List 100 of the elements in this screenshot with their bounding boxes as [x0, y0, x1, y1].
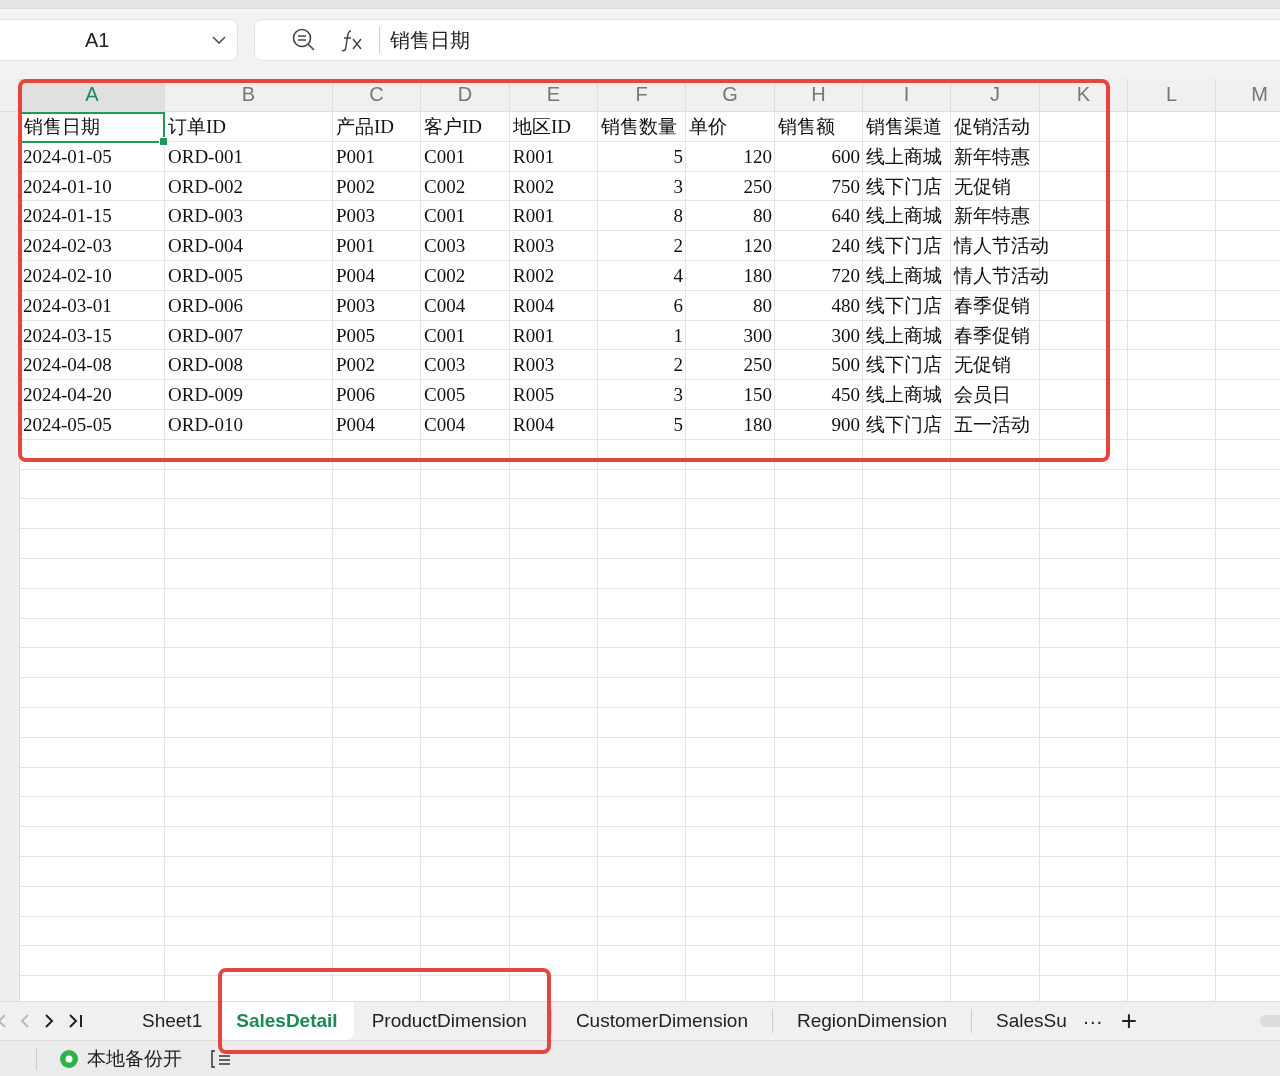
table-cell: 2024-05-05: [23, 413, 112, 435]
table-cell: C002: [424, 265, 466, 286]
column-header[interactable]: C: [333, 79, 421, 111]
table-cell: 2024-04-20: [23, 384, 112, 406]
table-cell: ORD-002: [168, 175, 243, 197]
table-cell: 线下门店: [866, 294, 942, 316]
table-cell: 250: [743, 175, 772, 197]
table-cell: 5: [673, 413, 683, 435]
table-cell: 720: [831, 265, 860, 286]
table-cell: ORD-006: [168, 294, 243, 316]
table-cell: R003: [513, 235, 555, 257]
column-header[interactable]: I: [863, 79, 951, 111]
column-header[interactable]: G: [686, 79, 775, 111]
scroll-right-icon[interactable]: [44, 1013, 54, 1029]
backup-status[interactable]: 本地备份开: [87, 1046, 182, 1072]
table-cell: R003: [513, 354, 555, 376]
table-cell: C003: [424, 235, 466, 257]
sheet-tab[interactable]: Sheet1: [124, 1002, 221, 1040]
sheet-tab[interactable]: SalesDetail: [220, 1002, 354, 1040]
table-cell: C001: [424, 324, 466, 346]
fill-handle[interactable]: [159, 136, 168, 146]
column-title: 促销活动: [954, 116, 1030, 137]
table-cell: 3: [673, 175, 683, 197]
table-cell: R002: [513, 265, 555, 286]
table-cell: ORD-010: [168, 413, 243, 435]
table-cell: ORD-009: [168, 384, 243, 406]
table-cell: 线下门店: [866, 235, 942, 257]
column-header[interactable]: H: [775, 79, 863, 111]
table-cell: 750: [831, 175, 860, 197]
table-cell: 300: [743, 324, 772, 346]
column-header[interactable]: D: [421, 79, 510, 111]
table-cell: 480: [831, 294, 860, 316]
table-cell: R001: [513, 324, 555, 346]
column-header[interactable]: F: [598, 79, 686, 111]
table-cell: 80: [753, 205, 772, 227]
table-cell: 线上商城: [866, 145, 942, 167]
table-cell: 2024-03-15: [23, 324, 112, 346]
table-cell: 600: [831, 145, 860, 167]
table-cell: 6: [673, 294, 683, 316]
column-header[interactable]: M: [1216, 79, 1280, 111]
table-cell: ORD-004: [168, 235, 243, 257]
column-header[interactable]: E: [510, 79, 598, 111]
table-cell: 180: [743, 265, 772, 286]
table-cell: ORD-001: [168, 145, 243, 167]
table-cell: 120: [743, 235, 772, 257]
table-cell: C004: [424, 294, 466, 316]
sheet-tab[interactable]: CustomerDimension: [557, 1002, 766, 1040]
table-cell: 150: [743, 384, 772, 406]
zoom-out-icon[interactable]: [291, 27, 317, 53]
table-cell: 2024-02-10: [23, 265, 112, 286]
table-cell: C005: [424, 384, 466, 406]
table-cell: 春季促销: [954, 294, 1030, 316]
column-header[interactable]: L: [1128, 79, 1216, 111]
sheet-tab[interactable]: RegionDimension: [779, 1002, 965, 1040]
table-cell: 春季促销: [954, 324, 1030, 346]
table-cell: 180: [743, 413, 772, 435]
table-cell: ORD-003: [168, 205, 243, 227]
table-cell: 2024-02-03: [23, 235, 112, 257]
table-cell: 2024-03-01: [23, 294, 112, 316]
scroll-last-icon[interactable]: [68, 1013, 84, 1029]
table-cell: 1: [673, 324, 683, 346]
table-cell: 640: [831, 205, 860, 227]
table-cell: P001: [336, 145, 376, 167]
table-cell: 情人节活动: [954, 235, 1049, 257]
table-cell: 线下门店: [866, 354, 942, 376]
sheet-tab[interactable]: ProductDimension: [353, 1002, 545, 1040]
chevron-down-icon: [211, 35, 227, 45]
table-cell: 五一活动: [954, 413, 1030, 435]
table-cell: 情人节活动: [954, 265, 1049, 286]
table-cell: P002: [336, 354, 376, 376]
table-cell: 300: [831, 324, 860, 346]
table-cell: 线上商城: [866, 205, 942, 227]
table-cell: 2: [673, 235, 683, 257]
table-cell: R004: [513, 413, 555, 435]
table-cell: 2024-01-05: [23, 145, 112, 167]
table-cell: 2024-04-08: [23, 354, 112, 376]
table-cell: P005: [336, 324, 376, 346]
add-sheet-button[interactable]: +: [1120, 1005, 1138, 1037]
selected-cell[interactable]: 销售日期: [20, 112, 165, 143]
column-header[interactable]: J: [951, 79, 1040, 111]
column-header[interactable]: K: [1040, 79, 1128, 111]
formula-bar[interactable]: 销售日期: [254, 19, 1280, 61]
more-tabs-button[interactable]: ···: [1082, 1009, 1103, 1033]
table-cell: 4: [673, 265, 683, 286]
table-cell: 线上商城: [866, 265, 942, 286]
column-title: 销售数量: [601, 116, 677, 137]
table-cell: 8: [673, 205, 683, 227]
table-cell: P004: [336, 413, 376, 435]
table-cell: R004: [513, 294, 555, 316]
list-icon[interactable]: [210, 1049, 232, 1069]
function-icon[interactable]: [339, 28, 365, 52]
name-box[interactable]: A1: [0, 19, 238, 61]
table-cell: 线下门店: [866, 175, 942, 197]
column-title: 单价: [689, 116, 727, 137]
column-header[interactable]: B: [165, 79, 333, 111]
column-title: 订单ID: [168, 116, 227, 137]
sheet-tab[interactable]: SalesSu: [978, 1002, 1073, 1040]
table-cell: 2024-01-15: [23, 205, 112, 227]
table-cell: 80: [753, 294, 772, 316]
table-cell: 240: [831, 235, 860, 257]
